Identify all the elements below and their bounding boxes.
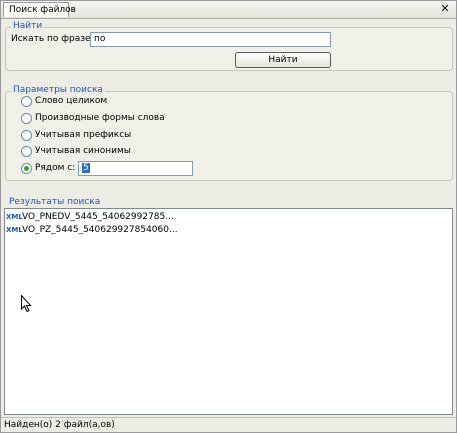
option-label: Рядом с: xyxy=(35,163,76,173)
search-files-window: Поиск файлов ✕ Найти Искать по фразе: по… xyxy=(0,0,457,433)
tab-search-files[interactable]: Поиск файлов xyxy=(3,2,76,17)
find-button[interactable]: Найти xyxy=(235,52,331,68)
tab-bar: Поиск файлов ✕ xyxy=(1,1,456,19)
results-list[interactable]: XMLVO_PNEDV_5445_54062992785... XMLVO_PZ… xyxy=(4,208,453,415)
option-label: Производные формы слова xyxy=(35,113,165,123)
xml-file-icon: XML xyxy=(6,213,23,221)
option-label: Слово целиком xyxy=(35,96,108,106)
radio-button[interactable] xyxy=(21,113,32,124)
phrase-label: Искать по фразе: xyxy=(11,34,94,44)
result-file-name: VO_PZ_5445_540629927854060... xyxy=(22,225,178,235)
xml-file-icon: XML xyxy=(6,226,23,234)
find-group: Найти Искать по фразе: по Найти xyxy=(5,21,453,71)
result-file-name: VO_PNEDV_5445_54062992785... xyxy=(22,212,174,222)
option-whole-word[interactable]: Слово целиком xyxy=(21,96,161,109)
find-group-legend: Найти xyxy=(11,21,45,31)
status-text: Найден(о) 2 файл(а,ов) xyxy=(4,420,115,430)
near-distance-value: 5 xyxy=(82,163,90,173)
radio-button[interactable] xyxy=(21,130,32,141)
radio-button-selected[interactable] xyxy=(21,163,32,174)
option-synonyms[interactable]: Учитывая синонимы xyxy=(21,146,161,159)
params-group-legend: Параметры поиска xyxy=(11,85,105,95)
results-legend: Результаты поиска xyxy=(9,197,101,207)
option-prefixes[interactable]: Учитывая префиксы xyxy=(21,130,161,143)
tab-title: Поиск файлов xyxy=(9,5,76,15)
radio-button[interactable] xyxy=(21,146,32,157)
list-item[interactable]: XMLVO_PZ_5445_540629927854060... xyxy=(6,224,178,236)
option-label: Учитывая префиксы xyxy=(35,130,132,140)
radio-button[interactable] xyxy=(21,96,32,107)
option-label: Учитывая синонимы xyxy=(35,146,131,156)
near-distance-input[interactable]: 5 xyxy=(78,161,193,176)
close-icon[interactable]: ✕ xyxy=(439,2,451,16)
option-near[interactable]: Рядом с: xyxy=(21,163,81,176)
mouse-pointer-icon xyxy=(21,295,32,313)
list-item[interactable]: XMLVO_PNEDV_5445_54062992785... xyxy=(6,211,174,223)
phrase-input[interactable]: по xyxy=(90,32,331,47)
option-derived-forms[interactable]: Производные формы слова xyxy=(21,113,181,126)
status-bar: Найден(о) 2 файл(а,ов) xyxy=(1,417,456,432)
